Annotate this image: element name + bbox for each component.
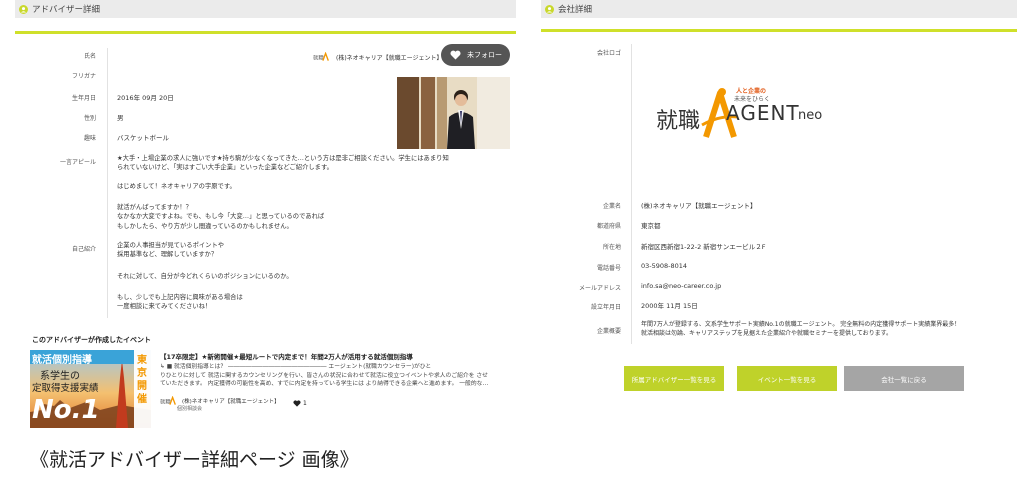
event-like-button[interactable]: 1: [293, 400, 307, 407]
appeal-line: ★大手・上場企業の求人に強いです★持ち駒が少なくなってきた…という方は是非ご相談…: [117, 155, 449, 162]
self-intro-line: 企業の人事担当が見ているポイントや: [117, 242, 225, 249]
person-icon: [19, 4, 28, 14]
advisor-company-name: (株)ネオキャリア【就職エージェント】: [336, 54, 443, 62]
closing-line: 一度相談に来てみてくださいね！: [117, 303, 212, 311]
thumb-line3: 定取得支援実績: [32, 383, 99, 394]
founded-label: 設立年月日: [590, 304, 621, 311]
header-accent-line: [541, 29, 1017, 32]
heart-icon: [450, 50, 461, 60]
phone-label: 電話番号: [596, 265, 621, 272]
company-logo-icon: 就職: [313, 52, 329, 62]
summary-text: 年間7万人が登録する、文系学生サポート実績No.1の就職エージェント。 完全無料…: [641, 320, 1013, 339]
company-name-label: 企業名: [602, 203, 621, 210]
event-desc-line: りひとりに対して 就活に関するカウンセリングを行い、皆さんの状況に合わせて就活に…: [160, 372, 488, 379]
thumb-side: 東 京 開 催: [137, 355, 147, 405]
summary-line: 年間7万人が登録する、文系学生サポート実績No.1の就職エージェント。 完全無料…: [641, 321, 961, 328]
appeal-line: られていないけど、「実はすごい大手企業」といった企業などご紹介します。: [117, 164, 333, 172]
advisor-photo-image: [397, 77, 510, 149]
advisor-photo: [397, 77, 510, 149]
prefecture-value: 東京都: [641, 222, 661, 230]
kana-label: フリガナ: [71, 73, 96, 80]
address-label: 所在地: [602, 244, 621, 251]
sex-label: 性別: [83, 115, 96, 122]
company-panel-header: 会社詳細: [541, 0, 1017, 18]
event-company-name: (株)ネオキャリア【就職エージェント】: [182, 399, 280, 405]
follow-button[interactable]: 未フォロー: [441, 44, 510, 66]
events-list-button[interactable]: イベント一覧を見る: [737, 366, 837, 391]
summary-line: 就活相談は勿論、キャリアステップを見据えた企業紹介や就職セミナーを提供しておりま…: [641, 330, 893, 338]
address-value: 新宿区西新宿1-22-2 新宿サンエービル２F: [641, 243, 766, 251]
advisor-panel-title: アドバイザー詳細: [32, 5, 101, 15]
logo-neo-text: neo: [798, 108, 823, 123]
follow-label: 未フォロー: [467, 51, 502, 59]
header-accent-line: [15, 31, 516, 34]
sex-value: 男: [117, 114, 124, 122]
profile-divider: [107, 48, 108, 318]
event-category: 個別相談会: [177, 406, 203, 412]
heart-icon: [293, 400, 301, 407]
hobby-value: バスケットボール: [117, 134, 169, 142]
name-label: 氏名: [83, 53, 96, 60]
logo-main-text: 就職: [656, 109, 701, 134]
phone-value: 03-5908-8014: [641, 262, 688, 270]
logo-agent-text: AGENT: [726, 101, 800, 125]
closing-line: もし、少しでも上記内容に興味がある場合は: [117, 294, 243, 301]
enter-arrow-icon: ↳: [160, 364, 167, 370]
appeal-text: ★大手・上場企業の求人に強いです★持ち駒が少なくなってきた…という方は是非ご相談…: [117, 154, 502, 173]
advisor-company: 就職 (株)ネオキャリア【就職エージェント】: [313, 52, 443, 62]
advisors-list-button[interactable]: 所属アドバイザー一覧を見る: [624, 366, 724, 391]
closing-text: もし、少しでも上記内容に興味がある場合は 一度相談に来てみてくださいね！: [117, 293, 502, 312]
company-detail-panel: 会社詳細: [541, 0, 1017, 400]
company-divider: [631, 44, 632, 344]
question-line: もしかしたら、やり方が少し間違っているのかもしれません。: [117, 222, 293, 230]
company-logo: 就職 AGENT neo 人と企業の 未来をひらく: [656, 85, 826, 140]
hobby-label: 趣味: [83, 135, 96, 142]
self-intro-text: 企業の人事担当が見ているポイントや 採用基準など、理解していますか？: [117, 241, 502, 260]
position-text: それに対して、自分が今どれくらいのポジションにいるのか。: [117, 273, 293, 280]
event-description: ↳ ■ 就活個別指導とは？ ――――――――――――――――― エージェント(就…: [160, 363, 505, 389]
event-desc-line: ↳ ■ 就活個別指導とは？ ――――――――――――――――― エージェント(就…: [160, 364, 432, 370]
intro-text: はじめまして！ネオキャリアの宇原です。: [117, 183, 236, 190]
self-intro-label: 自己紹介: [71, 246, 96, 253]
birth-label: 生年月日: [71, 95, 96, 102]
question-line: 就活がんばってますか！？: [117, 204, 192, 211]
thumb-line1: 就活個別指導: [32, 355, 92, 366]
event-title-link[interactable]: 【17卒限定】★新術開催★最短ルートで内定まで！年間2万人が活用する就活個別指導: [160, 351, 413, 361]
company-panel-title: 会社詳細: [558, 5, 593, 15]
question-text: 就活がんばってますか！？ なかなか大変ですよね。でも、もし今「大変…」と思ってい…: [117, 203, 502, 231]
back-to-companies-button[interactable]: 会社一覧に戻る: [844, 366, 964, 391]
appeal-label: 一言アピール: [59, 159, 96, 166]
events-heading: このアドバイザーが作成したイベント: [32, 336, 151, 344]
summary-label: 企業概要: [596, 328, 621, 335]
founded-value: 2000年 11月 15日: [641, 302, 698, 310]
company-name-value: (株)ネオキャリア【就職エージェント】: [641, 202, 757, 210]
event-thumbnail[interactable]: 就活個別指導 系学生の 定取得支援実績 No.1 東 京 開 催: [30, 350, 151, 428]
person-icon: [545, 4, 554, 14]
email-value[interactable]: info.sa@neo-career.co.jp: [641, 282, 721, 290]
logo-tagline-2: 未来をひらく: [734, 96, 771, 103]
company-logo-icon: 就職: [160, 396, 176, 406]
thumb-no1: No.1: [32, 395, 100, 425]
self-intro-line: 採用基準など、理解していますか？: [117, 251, 218, 259]
email-label: メールアドレス: [578, 285, 621, 292]
company-logo-label: 会社ロゴ: [596, 50, 621, 57]
event-desc-line: ていただきます。 内定獲得の可能性を高め、すでに内定を持っている学生には より納…: [160, 381, 489, 387]
birth-value: 2016年 09月 20日: [117, 94, 174, 102]
event-like-count: 1: [303, 400, 307, 407]
question-line: なかなか大変ですよね。でも、もし今「大変…」と思っているのであれば: [117, 213, 325, 221]
prefecture-label: 都道府県: [596, 223, 621, 230]
image-caption: 《就活アドバイザー詳細ページ 画像》: [30, 449, 359, 471]
advisor-panel-header: アドバイザー詳細: [15, 0, 516, 18]
